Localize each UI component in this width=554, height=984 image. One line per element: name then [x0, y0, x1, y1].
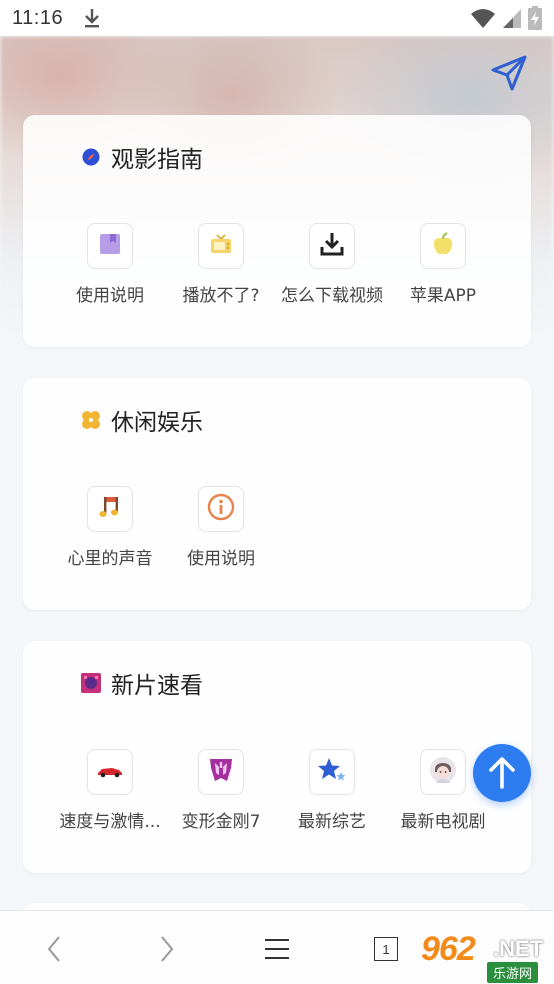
forward-button[interactable]: [149, 931, 185, 967]
music-note-icon: [98, 495, 122, 523]
compass-icon: [81, 147, 101, 167]
back-button[interactable]: [36, 931, 72, 967]
section-card-guide: 观影指南 使用说明 播放不了? 怎么下载视频 苹果APP: [23, 115, 531, 347]
tile: [87, 486, 133, 532]
grid-item-cant-play[interactable]: 播放不了?: [134, 223, 260, 306]
watermark-net: .NET: [493, 936, 544, 961]
section-header: 观影指南: [81, 141, 203, 173]
grid-item-fast-furious[interactable]: 速度与激情...: [23, 749, 161, 832]
tile: [198, 749, 244, 795]
chevron-right-icon: [161, 936, 174, 962]
grid-item-variety[interactable]: 最新综艺: [245, 749, 366, 832]
tabs-button[interactable]: 1: [368, 931, 404, 967]
download-icon: [319, 231, 345, 261]
tile: [309, 749, 355, 795]
chevron-left-icon: [47, 936, 60, 962]
grid-item-apple-app[interactable]: 苹果APP: [356, 223, 476, 306]
info-icon: [207, 493, 235, 525]
film-icon: [81, 673, 101, 693]
hamburger-menu-icon: [265, 939, 289, 959]
menu-button[interactable]: [259, 931, 295, 967]
tile: [87, 749, 133, 795]
clover-icon: [81, 410, 101, 430]
download-notification-icon: [85, 9, 100, 28]
race-car-icon: [97, 763, 123, 782]
section-title: 休闲娱乐: [111, 410, 203, 436]
tile: [87, 223, 133, 269]
grid-item-transformers[interactable]: 变形金刚7: [134, 749, 260, 832]
status-bar: 11:16: [0, 0, 554, 36]
tile: [309, 223, 355, 269]
avatar-icon: [429, 756, 457, 788]
scroll-to-top-button[interactable]: [473, 744, 531, 802]
section-title: 新片速看: [111, 673, 203, 699]
grid-item-download-video[interactable]: 怎么下载视频: [245, 223, 383, 306]
tile: [198, 486, 244, 532]
wifi-icon: [471, 9, 495, 28]
section-header: 新片速看: [81, 667, 203, 699]
section-card-new-movies: 新片速看 速度与激情... 变形金刚7 最新综艺 最新电视剧: [23, 641, 531, 873]
grid-item-usage-2[interactable]: 使用说明: [134, 486, 255, 569]
signal-icon: [503, 9, 521, 28]
grid-item-heart-voice[interactable]: 心里的声音: [23, 486, 153, 569]
section-header: 休闲娱乐: [81, 404, 203, 436]
transformers-icon: [207, 756, 235, 788]
tv-yellow-icon: [210, 234, 232, 258]
send-icon: [491, 55, 527, 91]
item-label: 苹果APP: [409, 286, 477, 306]
grid-item-tv-drama[interactable]: 最新电视剧: [356, 749, 486, 832]
apple-icon: [432, 232, 454, 260]
tile: [420, 749, 466, 795]
bookmark-purple-icon: [98, 232, 122, 260]
battery-icon: [528, 6, 542, 30]
watermark-subtitle: 乐游网: [487, 962, 539, 983]
section-card-leisure: 休闲娱乐 心里的声音 使用说明: [23, 378, 531, 610]
tile: [198, 223, 244, 269]
item-label: 使用说明: [187, 549, 255, 569]
star-icon: [318, 757, 346, 787]
send-button[interactable]: [490, 54, 528, 92]
section-title: 观影指南: [111, 147, 203, 173]
arrow-up-icon: [489, 757, 515, 789]
watermark-logo: 962: [421, 930, 476, 968]
tile: [420, 223, 466, 269]
status-time: 11:16: [12, 6, 64, 29]
grid-item-usage[interactable]: 使用说明: [23, 223, 144, 306]
item-label: 最新电视剧: [400, 812, 486, 832]
tab-count-badge: 1: [374, 937, 398, 961]
site-watermark: 962 .NET 乐游网: [413, 914, 554, 984]
